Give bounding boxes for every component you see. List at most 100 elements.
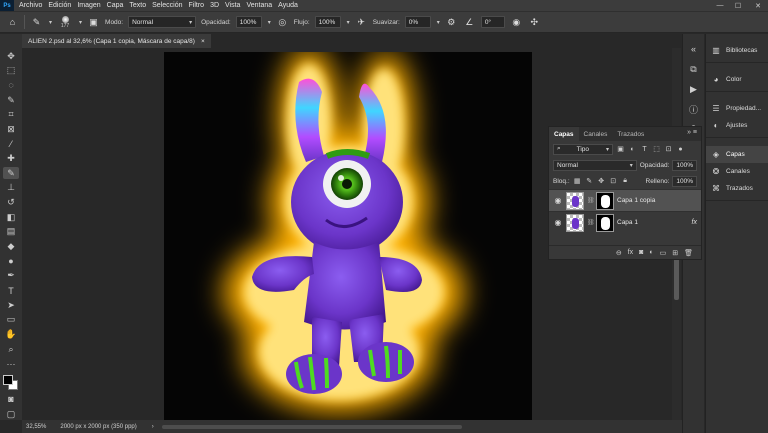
dock-item-canales[interactable]: ❂ Canales — [706, 163, 768, 180]
menu-filtro[interactable]: Filtro — [188, 2, 210, 9]
layer-opacity-field[interactable]: 100% — [672, 159, 697, 171]
lock-transparency-icon[interactable]: ▦ — [573, 177, 582, 185]
layer-name[interactable]: Capa 1 — [617, 219, 638, 226]
rectangle-tool-icon[interactable]: ▭ — [3, 314, 19, 326]
gradient-tool-icon[interactable]: ▤ — [3, 226, 19, 238]
brush-tool-icon[interactable]: ✎ — [3, 167, 19, 180]
tab-capas[interactable]: Capas — [549, 127, 579, 141]
menu-texto[interactable]: Texto — [128, 2, 151, 9]
angle-field[interactable]: 0° — [480, 16, 505, 28]
pressure-size-icon[interactable]: ◉ — [510, 16, 523, 29]
fill-field[interactable]: 100% — [672, 175, 697, 187]
move-tool-icon[interactable]: ✥ — [3, 50, 19, 62]
airbrush-icon[interactable]: ✈ — [355, 16, 368, 29]
menu-3d[interactable]: 3D — [209, 2, 224, 9]
dock-item-capas[interactable]: ◈ Capas — [706, 146, 768, 163]
pressure-opacity-icon[interactable]: ◎ — [276, 16, 289, 29]
tab-canales[interactable]: Canales — [579, 127, 613, 141]
filter-type-icon[interactable]: T — [640, 146, 649, 153]
layer-mask-thumbnail[interactable] — [596, 213, 614, 232]
dock-item-propiedades[interactable]: ☰ Propiedad... — [706, 100, 768, 117]
add-mask-icon[interactable]: ◙ — [639, 249, 643, 256]
brush-preset-picker[interactable]: 177 — [57, 15, 73, 29]
lasso-tool-icon[interactable]: ◌ — [3, 79, 19, 91]
document-tab[interactable]: ALIEN 2.psd al 32,6% (Capa 1 copia, Másc… — [22, 34, 211, 48]
hand-tool-icon[interactable]: ✋ — [3, 328, 19, 340]
chevron-down-icon[interactable]: ▾ — [347, 19, 350, 26]
lock-pixels-icon[interactable]: ✎ — [585, 177, 594, 185]
history-brush-tool-icon[interactable]: ↺ — [3, 197, 19, 209]
history-icon[interactable]: ⧉ — [687, 62, 701, 76]
menu-vista[interactable]: Vista — [224, 2, 245, 9]
color-swatches[interactable] — [3, 375, 19, 391]
dodge-tool-icon[interactable]: ● — [3, 255, 19, 267]
menu-edicion[interactable]: Edición — [47, 2, 76, 9]
canvas-image[interactable] — [164, 52, 532, 420]
type-tool-icon[interactable]: T — [3, 285, 19, 297]
close-button[interactable]: ✕ — [750, 0, 766, 11]
brush-settings-icon[interactable]: ▣ — [87, 16, 100, 29]
healing-brush-tool-icon[interactable]: ✚ — [3, 153, 19, 165]
minimize-button[interactable]: — — [712, 0, 728, 11]
dock-item-trazados[interactable]: ⌘ Trazados — [706, 180, 768, 197]
link-layers-icon[interactable]: ⊖ — [616, 249, 622, 257]
visibility-eye-icon[interactable]: ◉ — [553, 196, 563, 205]
delete-layer-icon[interactable]: 🗑︎ — [684, 249, 693, 257]
eraser-tool-icon[interactable]: ◧ — [3, 211, 19, 223]
frame-tool-icon[interactable]: ⊠ — [3, 123, 19, 135]
menu-imagen[interactable]: Imagen — [76, 2, 105, 9]
blur-tool-icon[interactable]: ◆ — [3, 241, 19, 253]
filter-pixel-icon[interactable]: ▣ — [616, 145, 625, 153]
kind-filter-select[interactable]: ⌕ Tipo ▾ — [553, 143, 613, 155]
info-icon[interactable]: ⓘ — [687, 102, 701, 116]
symmetry-icon[interactable]: ✣ — [528, 16, 541, 29]
lock-artboard-icon[interactable]: ⊡ — [609, 177, 618, 185]
tab-trazados[interactable]: Trazados — [612, 127, 649, 141]
zoom-level[interactable]: 32,55% — [26, 424, 46, 430]
chevron-down-icon[interactable]: ▾ — [268, 19, 271, 26]
foreground-color-swatch[interactable] — [3, 375, 13, 386]
close-icon[interactable]: × — [201, 38, 205, 45]
quick-mask-icon[interactable]: ◙ — [3, 393, 19, 405]
lock-all-icon[interactable]: 🔒︎ — [621, 177, 630, 185]
visibility-eye-icon[interactable]: ◉ — [553, 218, 563, 227]
flow-field[interactable]: 100% — [314, 16, 341, 28]
expand-panels-icon[interactable]: « — [687, 42, 701, 56]
menu-ayuda[interactable]: Ayuda — [277, 2, 303, 9]
dock-item-ajustes[interactable]: ◐ Ajustes — [706, 117, 768, 134]
gear-icon[interactable]: ⚙ — [445, 16, 458, 29]
dock-item-bibliotecas[interactable]: ▥ Bibliotecas — [706, 42, 768, 59]
smoothing-field[interactable]: 0% — [404, 16, 431, 28]
mode-select[interactable]: Normal ▾ — [128, 16, 197, 28]
menu-seleccion[interactable]: Selección — [151, 2, 187, 9]
maximize-button[interactable]: ☐ — [730, 0, 746, 11]
filter-adjustment-icon[interactable]: ◐ — [628, 146, 637, 153]
home-icon[interactable]: ⌂ — [6, 16, 19, 29]
opacity-field[interactable]: 100% — [235, 16, 262, 28]
add-style-icon[interactable]: fx — [628, 249, 633, 256]
layer-name[interactable]: Capa 1 copia — [617, 197, 655, 204]
pen-tool-icon[interactable]: ✒ — [3, 270, 19, 282]
clone-stamp-tool-icon[interactable]: ⊥ — [3, 182, 19, 194]
menu-ventana[interactable]: Ventana — [245, 2, 277, 9]
actions-icon[interactable]: ▶ — [687, 82, 701, 96]
chevron-down-icon[interactable]: ▾ — [49, 19, 52, 26]
more-tools-icon[interactable]: ··· — [3, 358, 19, 370]
new-group-icon[interactable]: ▭ — [660, 249, 667, 257]
chevron-right-icon[interactable]: › — [152, 424, 154, 430]
brush-tool-icon[interactable]: ✎ — [30, 16, 43, 29]
path-selection-tool-icon[interactable]: ➤ — [3, 299, 19, 311]
layer-mask-thumbnail[interactable] — [596, 191, 614, 210]
new-layer-icon[interactable]: ⊞ — [672, 249, 678, 257]
layer-row[interactable]: ◉ ⛓︎ Capa 1 fx — [549, 211, 701, 233]
eyedropper-tool-icon[interactable]: ⁄ — [3, 138, 19, 150]
new-adjustment-icon[interactable]: ◐ — [649, 249, 653, 256]
layer-effects-badge[interactable]: fx — [692, 219, 697, 226]
dock-item-color[interactable]: ◕ Color — [706, 71, 768, 88]
mask-link-icon[interactable]: ⛓︎ — [587, 197, 595, 204]
chevron-down-icon[interactable]: ▾ — [437, 19, 440, 26]
panel-menu-icon[interactable]: » ≡ — [687, 129, 697, 136]
quick-selection-tool-icon[interactable]: ✎ — [3, 94, 19, 106]
menu-archivo[interactable]: Archivo — [18, 2, 47, 9]
horizontal-scrollbar[interactable] — [162, 425, 462, 429]
